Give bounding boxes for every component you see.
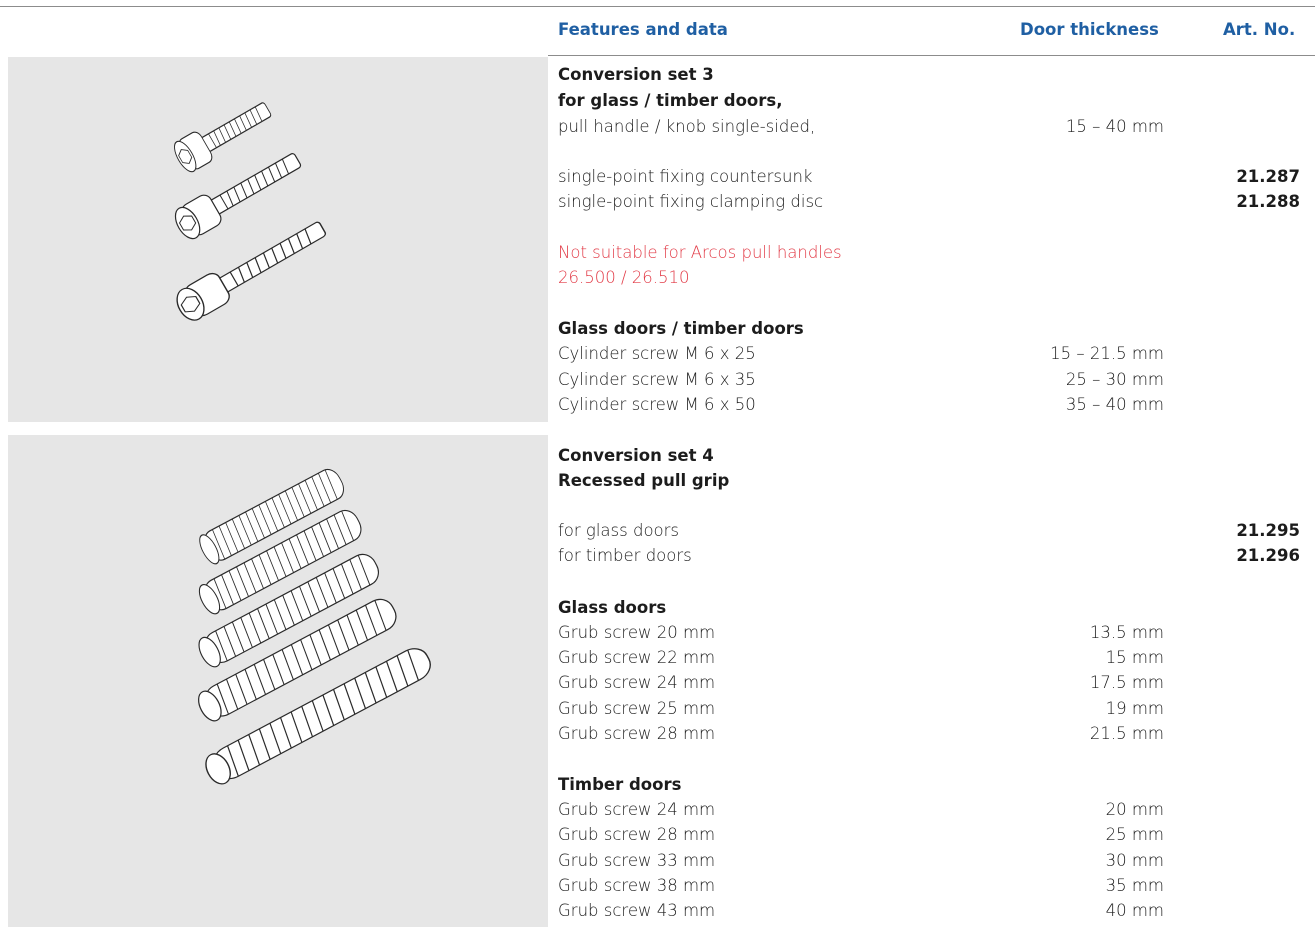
table-row-thickness: 19 mm <box>1105 699 1164 718</box>
set3-warning-numbers: 26.500 / 26.510 <box>558 268 690 287</box>
table-row-thickness: 20 mm <box>1105 800 1164 819</box>
table-row-thickness: 15 mm <box>1105 648 1164 667</box>
set4-option-label: for timber doors <box>558 546 692 565</box>
table-row: Grub screw 28 mm <box>558 724 716 743</box>
header-features: Features and data <box>558 20 728 39</box>
set3-subtitle: for glass / timber doors, <box>558 91 783 110</box>
set3-line: pull handle / knob single-sided, <box>558 117 816 136</box>
table-row-thickness: 30 mm <box>1105 851 1164 870</box>
table-row-thickness: 25 mm <box>1105 825 1164 844</box>
set3-group-title: Glass doors / timber doors <box>558 319 804 338</box>
table-row-thickness: 15 – 21.5 mm <box>1050 344 1164 363</box>
table-row-thickness: 35 – 40 mm <box>1065 395 1164 414</box>
set3-option-art: 21.288 <box>1236 192 1300 211</box>
header-art-no: Art. No. <box>1223 20 1296 39</box>
table-row: Grub screw 38 mm <box>558 876 716 895</box>
grub-screws-icon <box>193 464 437 789</box>
top-rule <box>0 6 1315 7</box>
table-row-thickness: 13.5 mm <box>1089 623 1164 642</box>
table-row-thickness: 35 mm <box>1105 876 1164 895</box>
set4-option-art: 21.296 <box>1236 546 1300 565</box>
table-row-thickness: 17.5 mm <box>1089 673 1164 692</box>
header-rule <box>548 55 1315 56</box>
set4-glass-title: Glass doors <box>558 598 667 617</box>
set3-option-label: single-point fixing countersunk <box>558 167 813 186</box>
set4-subtitle: Recessed pull grip <box>558 471 730 490</box>
table-row: Grub screw 22 mm <box>558 648 716 667</box>
table-row-thickness: 25 – 30 mm <box>1065 370 1164 389</box>
table-row-thickness: 40 mm <box>1105 901 1164 920</box>
set4-option-label: for glass doors <box>558 521 680 540</box>
header-door-thickness: Door thickness <box>1020 20 1159 39</box>
set3-warning: Not suitable for Arcos pull handles <box>558 243 842 262</box>
table-row: Grub screw 20 mm <box>558 623 716 642</box>
set4-image-panel <box>8 435 548 927</box>
set4-option-art: 21.295 <box>1236 521 1300 540</box>
table-row: Cylinder screw M 6 x 35 <box>558 370 756 389</box>
table-row: Grub screw 25 mm <box>558 699 716 718</box>
cylinder-screws-icon <box>169 93 332 326</box>
table-row: Grub screw 33 mm <box>558 851 716 870</box>
set3-title: Conversion set 3 <box>558 65 714 84</box>
set3-option-label: single-point fixing clamping disc <box>558 192 824 211</box>
table-row: Cylinder screw M 6 x 50 <box>558 395 756 414</box>
table-row: Grub screw 24 mm <box>558 800 716 819</box>
table-row: Grub screw 24 mm <box>558 673 716 692</box>
table-row: Grub screw 43 mm <box>558 901 716 920</box>
set3-line-thickness: 15 – 40 mm <box>1065 117 1164 136</box>
set4-title: Conversion set 4 <box>558 446 714 465</box>
table-row-thickness: 21.5 mm <box>1089 724 1164 743</box>
table-row: Grub screw 28 mm <box>558 825 716 844</box>
set3-image-panel <box>8 57 548 422</box>
set4-timber-title: Timber doors <box>558 775 682 794</box>
set3-option-art: 21.287 <box>1236 167 1300 186</box>
table-row: Cylinder screw M 6 x 25 <box>558 344 756 363</box>
